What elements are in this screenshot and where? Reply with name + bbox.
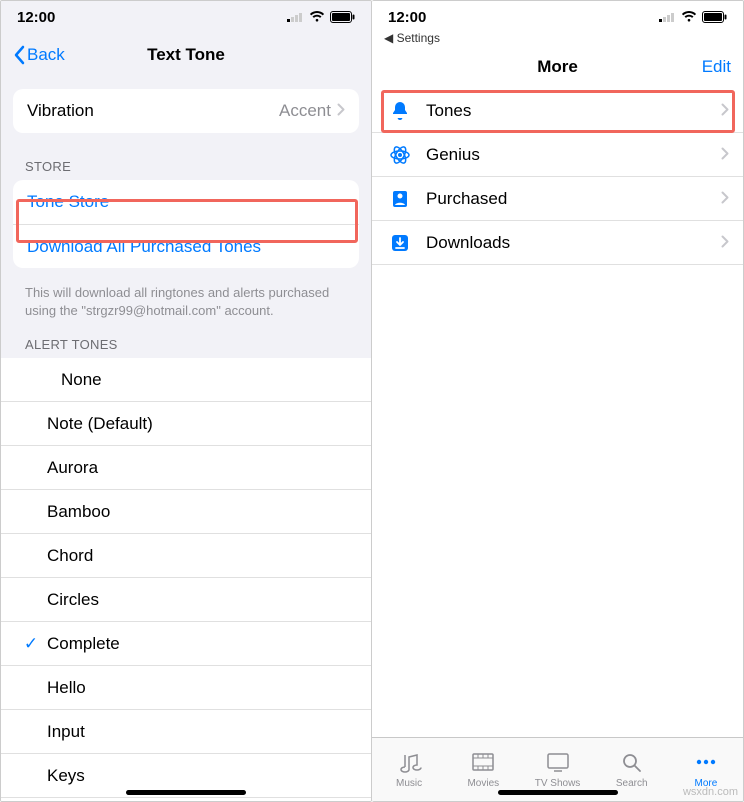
watermark: wsxdn.com	[683, 786, 738, 798]
alert-tone-row[interactable]: Bamboo	[1, 490, 371, 534]
checkmark-icon: ✓	[15, 634, 47, 654]
more-list-row[interactable]: Genius	[372, 133, 743, 177]
tab-label: TV Shows	[535, 778, 581, 789]
breadcrumb[interactable]: ◀︎ Settings	[372, 31, 743, 45]
alert-tone-label: Keys	[47, 766, 85, 786]
more-list-label: Tones	[426, 101, 715, 121]
alert-tone-label: Note (Default)	[47, 414, 153, 434]
chevron-right-icon	[721, 101, 729, 121]
signal-icon	[659, 12, 676, 23]
nav-bar: Back Text Tone	[1, 33, 371, 77]
chevron-left-icon	[13, 45, 25, 65]
more-list-label: Purchased	[426, 189, 715, 209]
back-label: Back	[27, 45, 65, 65]
edit-button[interactable]: Edit	[702, 57, 731, 77]
more-list-row[interactable]: Downloads	[372, 221, 743, 265]
tab-icon	[470, 751, 496, 776]
download-all-label: Download All Purchased Tones	[27, 237, 261, 257]
download-icon	[388, 232, 412, 254]
alert-tone-label: Input	[47, 722, 85, 742]
home-indicator	[126, 790, 246, 795]
vibration-label: Vibration	[27, 101, 279, 121]
alert-tone-row[interactable]: Note (Default)	[1, 402, 371, 446]
tab-icon	[693, 751, 719, 776]
alert-tone-row[interactable]: ✓Complete	[1, 622, 371, 666]
more-list-label: Downloads	[426, 233, 715, 253]
alert-tone-row[interactable]: Circles	[1, 578, 371, 622]
alert-tone-label: Complete	[47, 634, 120, 654]
vibration-group: Vibration Accent	[13, 89, 359, 133]
status-icons	[287, 11, 355, 23]
pane-more: 12:00 ◀︎ Settings More Edit Tones Genius P…	[372, 0, 744, 802]
more-list-label: Genius	[426, 145, 715, 165]
nav-bar: More Edit	[372, 45, 743, 89]
alert-tone-row[interactable]: None	[1, 358, 371, 402]
battery-icon	[330, 11, 355, 23]
alert-tone-label: Chord	[47, 546, 93, 566]
status-icons	[659, 11, 727, 23]
alert-tones-list: None Note (Default) Aurora Bamboo Chord Circl…	[1, 358, 371, 801]
store-group: Tone Store Download All Purchased Tones	[13, 180, 359, 268]
alert-tones-header: ALERT TONES	[1, 323, 371, 358]
purchased-icon	[388, 188, 412, 210]
tab-label: Search	[616, 778, 648, 789]
page-title: More	[372, 57, 743, 77]
tab-label: Movies	[467, 778, 499, 789]
alert-tone-label: Bamboo	[47, 502, 110, 522]
tab-label: Music	[396, 778, 422, 789]
pane-text-tone: 12:00 Back Text Tone Vibration Accent ST…	[0, 0, 372, 802]
chevron-right-icon	[337, 101, 345, 121]
alert-tone-label: Circles	[47, 590, 99, 610]
signal-icon	[287, 12, 304, 23]
chevron-right-icon	[721, 145, 729, 165]
chevron-right-icon	[721, 189, 729, 209]
alert-tone-row[interactable]: Aurora	[1, 446, 371, 490]
tab-icon	[396, 751, 422, 776]
chevron-right-icon	[721, 233, 729, 253]
home-indicator	[498, 790, 618, 795]
status-bar: 12:00	[372, 1, 743, 33]
back-button[interactable]: Back	[13, 45, 65, 65]
alert-tone-label: Aurora	[47, 458, 98, 478]
alert-tone-label: Hello	[47, 678, 86, 698]
more-list-row[interactable]: Tones	[372, 89, 743, 133]
status-time: 12:00	[388, 9, 426, 26]
atom-icon	[388, 144, 412, 166]
more-list: Tones Genius Purchased Downloads	[372, 89, 743, 737]
wifi-icon	[309, 11, 325, 23]
more-list-row[interactable]: Purchased	[372, 177, 743, 221]
chevron-left-icon: ◀︎	[384, 31, 393, 45]
vibration-value: Accent	[279, 101, 331, 121]
breadcrumb-label: Settings	[397, 31, 440, 45]
alert-tone-row[interactable]: Hello	[1, 666, 371, 710]
tab-icon	[619, 751, 645, 776]
alert-tone-label: None	[61, 370, 102, 390]
wifi-icon	[681, 11, 697, 23]
vibration-row[interactable]: Vibration Accent	[13, 89, 359, 133]
tone-store-label: Tone Store	[27, 192, 109, 212]
status-time: 12:00	[17, 9, 55, 26]
battery-icon	[702, 11, 727, 23]
download-all-row[interactable]: Download All Purchased Tones	[13, 224, 359, 268]
alert-tone-row[interactable]: Input	[1, 710, 371, 754]
tone-store-row[interactable]: Tone Store	[13, 180, 359, 224]
store-header: STORE	[1, 145, 371, 180]
alert-tone-row[interactable]: Chord	[1, 534, 371, 578]
tab-music[interactable]: Music	[372, 738, 446, 801]
bell-icon	[388, 100, 412, 122]
store-footer: This will download all ringtones and ale…	[1, 280, 371, 323]
status-bar: 12:00	[1, 1, 371, 33]
tab-icon	[545, 751, 571, 776]
